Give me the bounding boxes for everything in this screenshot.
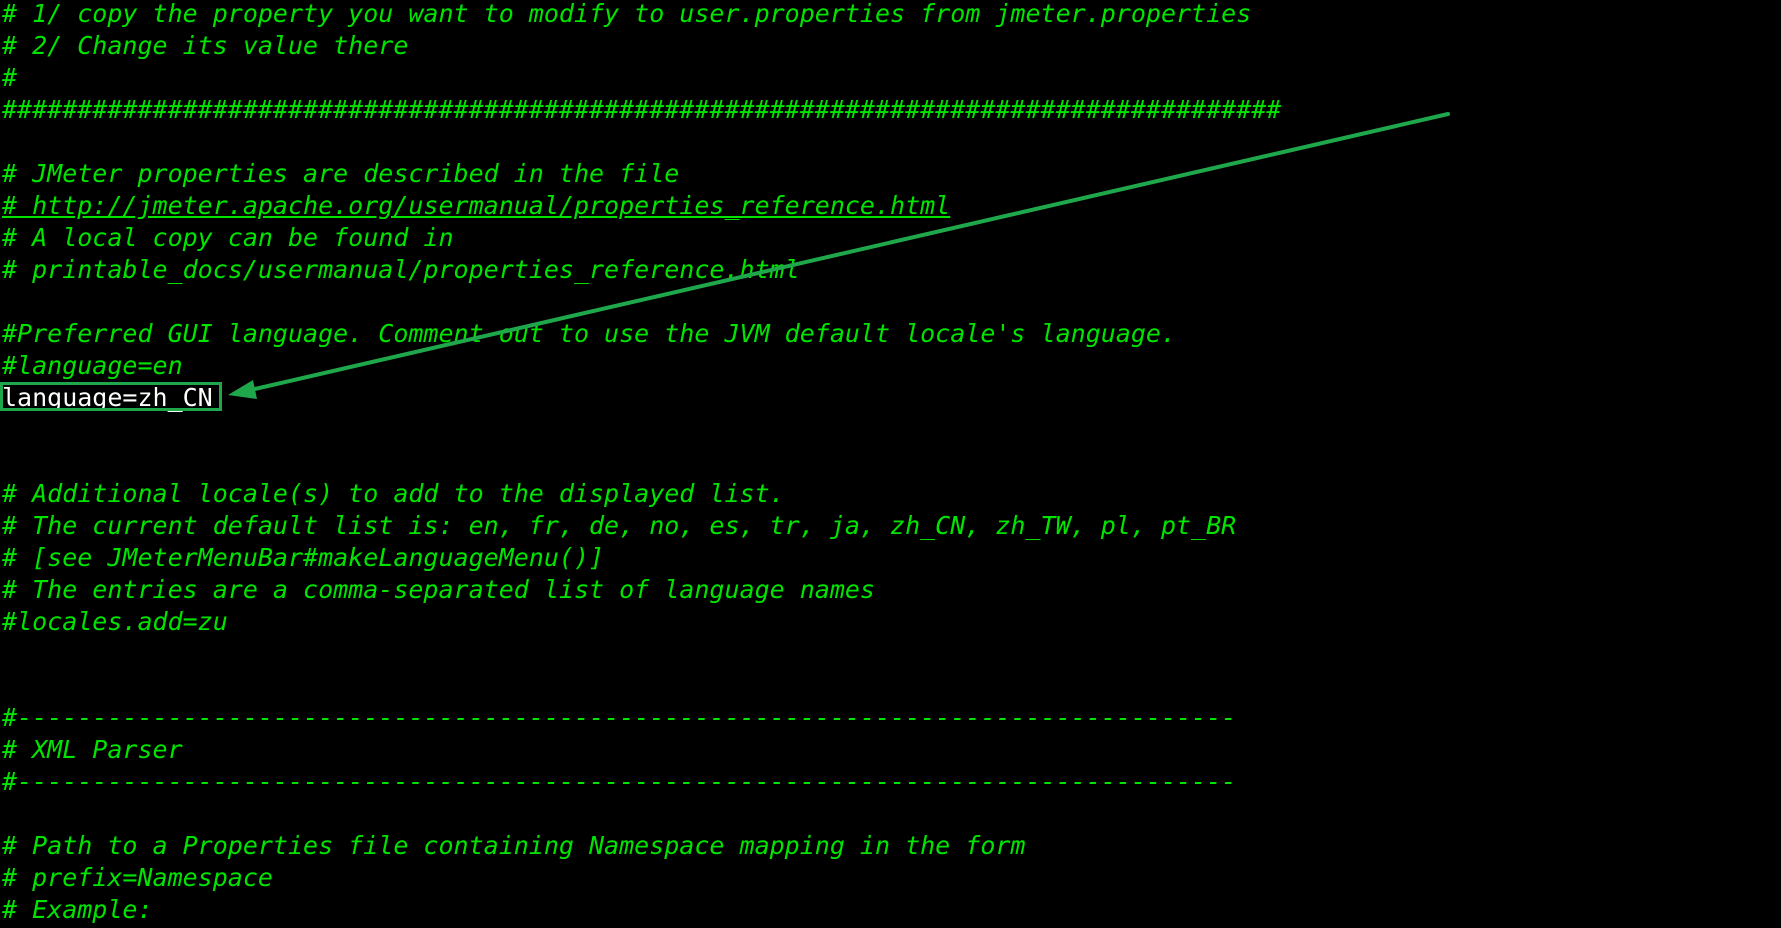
code-line: # The entries are a comma-separated list… — [2, 575, 875, 604]
code-line: # [see JMeterMenuBar#makeLanguageMenu()] — [2, 543, 605, 572]
code-line: # 1/ copy the property you want to modif… — [2, 0, 1252, 28]
code-line: # A local copy can be found in — [2, 223, 454, 252]
code-line: #locales.add=zu — [2, 607, 228, 636]
code-line: #Preferred GUI language. Comment out to … — [2, 319, 1176, 348]
code-line: # — [2, 63, 18, 92]
code-line: ########################################… — [2, 95, 1282, 124]
code-line: # XML Parser — [2, 735, 183, 764]
text-editor[interactable]: # 1/ copy the property you want to modif… — [0, 0, 1781, 924]
code-line: #---------------------------------------… — [2, 767, 1237, 796]
code-line: # 2/ Change its value there — [2, 31, 409, 60]
highlight-box — [0, 382, 222, 411]
code-line: # JMeter properties are described in the… — [2, 159, 680, 188]
code-line: # The current default list is: en, fr, d… — [2, 511, 1237, 540]
code-line: #---------------------------------------… — [2, 703, 1237, 732]
arrow-head — [228, 380, 257, 399]
code-line: # Example: — [2, 895, 153, 924]
doc-url-link[interactable]: # http://jmeter.apache.org/usermanual/pr… — [2, 192, 950, 224]
code-line: #language=en — [2, 351, 183, 380]
code-line: # Additional locale(s) to add to the dis… — [2, 479, 785, 508]
code-line: # prefix=Namespace — [2, 863, 273, 892]
code-line: # Path to a Properties file containing N… — [2, 831, 1026, 860]
code-line: # printable_docs/usermanual/properties_r… — [2, 255, 800, 284]
